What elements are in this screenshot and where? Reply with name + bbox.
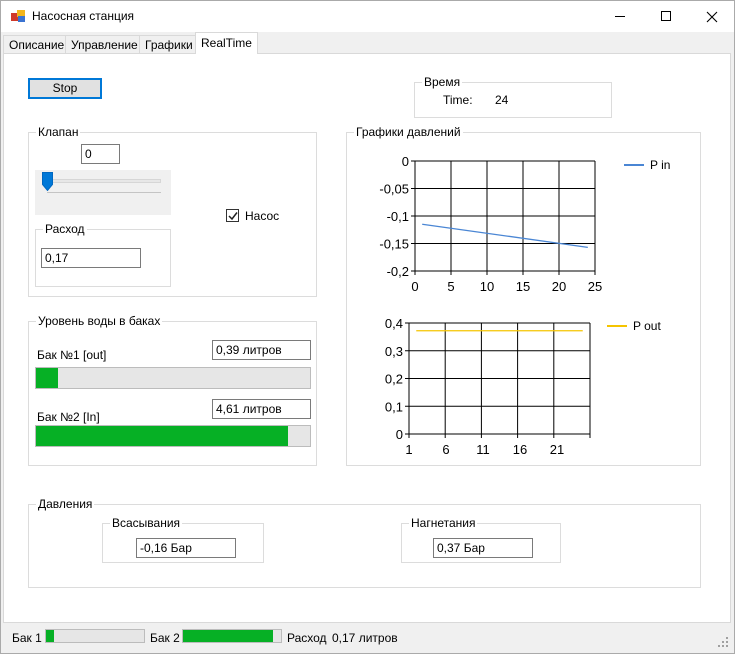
y-tick-label: 0,2 [385,372,403,387]
discharge-group: Нагнетания 0,37 Бар [401,516,561,563]
suction-group: Всасывания -0,16 Бар [102,516,264,563]
main-window: Насосная станция Описание Управление Гра… [0,0,735,654]
tank2-progress-fill [36,426,289,446]
y-tick-label: 0 [402,154,409,169]
tank2-value-field[interactable]: 4,61 литров [212,399,311,419]
tank2-progress [35,425,311,447]
minimize-button[interactable] [597,1,643,32]
pout-chart-svg: 0,40,30,20,101 6 11 16 21P out [385,316,662,457]
tab-strip: Описание Управление Графики RealTime [3,32,734,54]
pressure-group-title: Давления [36,497,95,511]
pin-chart-svg: 0-0,05-0,1-0,15-0,20 5 10 15 20 25P in [379,154,670,294]
tank1-progress-fill [36,368,58,388]
window-title: Насосная станция [32,9,135,23]
tab-description[interactable]: Описание [3,35,71,54]
y-tick-label: -0,15 [379,237,409,252]
x-tick-label: 21 [550,442,564,457]
valve-value-field[interactable]: 0 [81,144,120,164]
maximize-button[interactable] [643,1,689,32]
x-tick-label: 6 [442,442,449,457]
status-tank1-progress [45,629,145,643]
tank2-label: Бак №2 [In] [37,410,100,424]
x-tick-label: 25 [588,279,602,294]
status-tank1-fill [46,630,54,642]
x-tick-label: 20 [552,279,566,294]
slider-track [45,179,161,183]
tab-charts[interactable]: Графики [139,35,199,54]
suction-group-title: Всасывания [110,516,183,530]
y-tick-label: 0,3 [385,344,403,359]
x-tick-label: 16 [513,442,527,457]
status-tank2-label: Бак 2 [150,631,180,645]
time-label: Time: [443,93,473,107]
flow-value-field[interactable]: 0,17 [41,248,141,268]
pump-label: Насос [245,209,280,223]
tank1-value-field[interactable]: 0,39 литров [212,340,311,360]
x-tick-label: 10 [480,279,494,294]
status-tank1-label: Бак 1 [12,631,42,645]
flow-group: Расход 0,17 [35,222,171,287]
status-tank2-progress [182,629,282,643]
minimize-icon [615,16,625,17]
pout-chart: 0,4 0,3 0,2 0,1 0 1 6 11 16 21 P out [347,309,697,459]
y-tick-label: -0,1 [387,209,409,224]
status-tank2-fill [183,630,274,642]
tank1-label: Бак №1 [out] [37,348,107,362]
pin-chart: 0 -0,05 -0,1 -0,15 -0,2 0 5 10 15 20 25 P in [347,143,697,303]
discharge-value-field[interactable]: 0,37 Бар [433,538,533,558]
x-tick-label: 15 [516,279,530,294]
slider-ticks [47,192,161,196]
close-icon [706,11,718,23]
x-tick-label: 11 [476,442,490,457]
tab-realtime[interactable]: RealTime [195,32,258,54]
tanks-group: Уровень воды в баках Бак №1 [out] 0,39 л… [28,314,317,466]
title-bar[interactable]: Насосная станция [1,1,734,32]
x-tick-label: 5 [447,279,454,294]
status-flow-value: 0,17 литров [332,631,398,645]
slider-thumb[interactable] [42,172,53,191]
tab-control[interactable]: Управление [65,35,144,54]
realtime-tab-page: Stop Время Time: 24 Клапан 0 Насос Расхо… [3,53,731,623]
pressure-charts-title: Графики давлений [354,125,463,139]
app-icon [11,10,25,22]
time-value: 24 [495,93,509,107]
tanks-group-title: Уровень воды в баках [36,314,163,328]
valve-group: Клапан 0 Насос Расход 0,17 [28,125,317,297]
time-group: Время Time: 24 [414,75,612,118]
pump-checkbox[interactable] [226,209,239,222]
y-tick-label: 0,1 [385,399,403,414]
y-tick-label: 0,4 [385,316,403,331]
y-tick-label: 0 [396,427,403,442]
valve-group-title: Клапан [36,125,81,139]
maximize-icon [661,11,671,21]
x-tick-label: 1 [405,442,412,457]
stop-button[interactable]: Stop [28,78,102,99]
checkmark-icon [228,212,238,221]
y-tick-label: -0,05 [379,182,409,197]
legend-label: P in [650,158,670,172]
pressure-charts-group: Графики давлений 0 -0,05 -0,1 -0,15 -0,2 0 5 10… [346,125,701,466]
close-button[interactable] [689,1,735,32]
status-flow-label: Расход [287,631,327,645]
tank1-progress [35,367,311,389]
x-tick-label: 0 [411,279,418,294]
y-tick-label: -0,2 [387,264,409,279]
discharge-group-title: Нагнетания [409,516,478,530]
flow-group-title: Расход [43,222,87,236]
status-bar: Бак 1 Бак 2 Расход 0,17 литров [1,625,734,653]
pressure-group: Давления Всасывания -0,16 Бар Нагнетания… [28,497,701,588]
resize-grip-icon[interactable] [718,637,728,647]
valve-slider[interactable] [35,170,171,215]
legend-label: P out [633,319,661,333]
time-group-title: Время [422,75,463,89]
suction-value-field[interactable]: -0,16 Бар [136,538,236,558]
